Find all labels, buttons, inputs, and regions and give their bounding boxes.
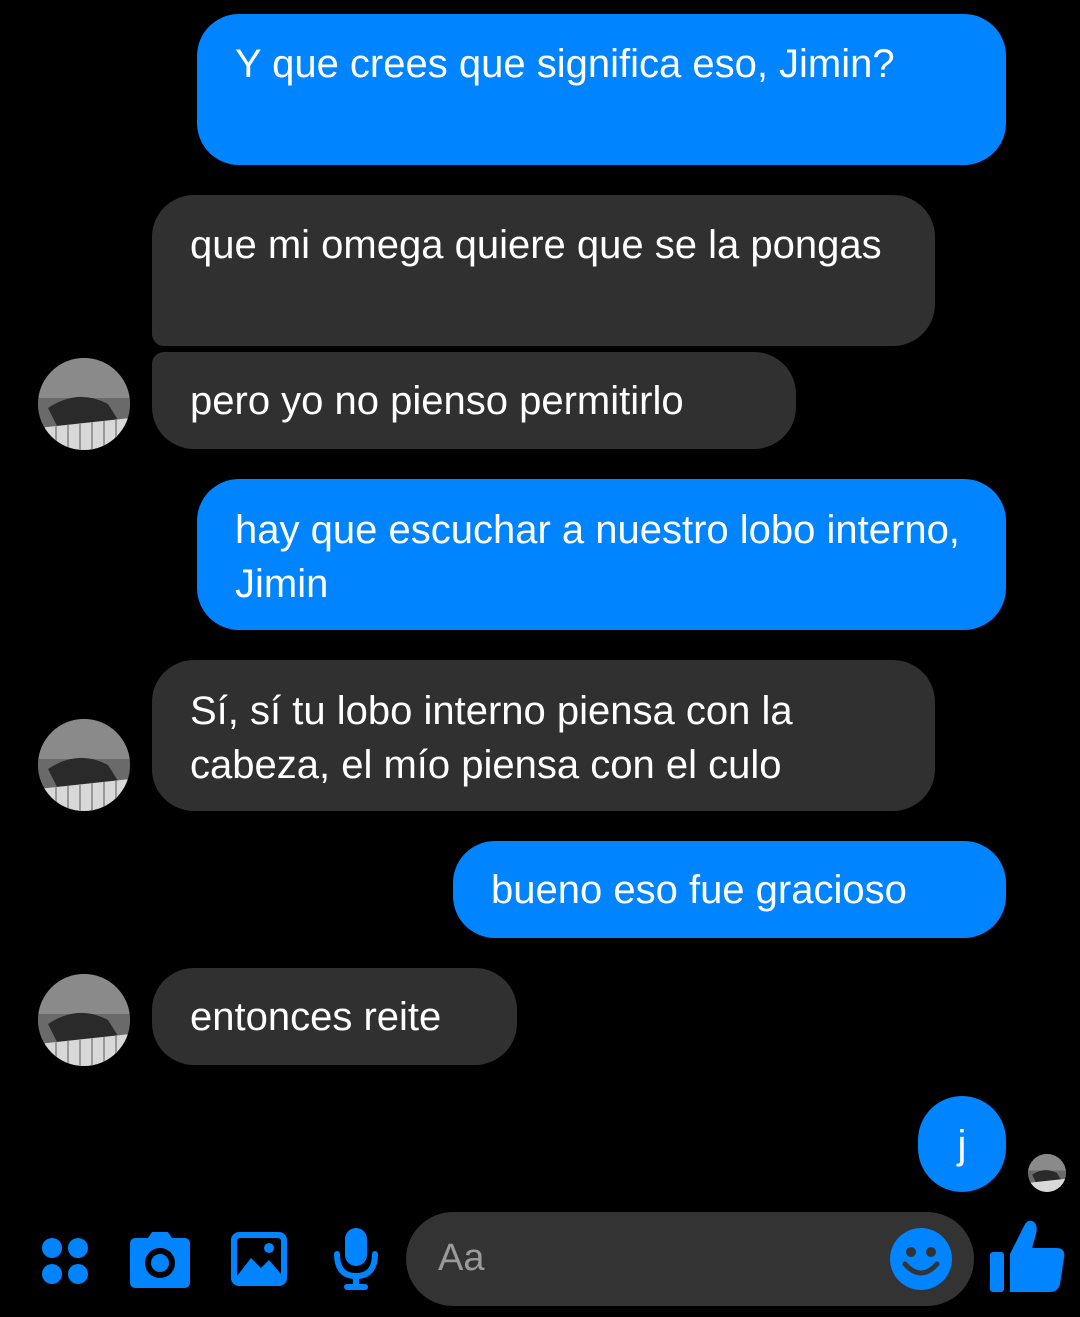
gallery-icon[interactable] — [231, 1232, 287, 1286]
message-text: que mi omega quiere que se la pongas — [190, 223, 882, 267]
message-text: Sí, sí tu lobo interno piensa con la cab… — [190, 689, 793, 787]
message-text: pero yo no pienso permitirlo — [190, 379, 684, 423]
message-text: j — [957, 1123, 967, 1167]
contact-avatar[interactable] — [38, 719, 130, 811]
message-text: entonces reite — [190, 995, 442, 1039]
contact-avatar[interactable] — [38, 358, 130, 450]
message-incoming[interactable]: entonces reite — [152, 968, 517, 1065]
message-input-placeholder: Aa — [438, 1237, 485, 1279]
message-text: bueno eso fue gracioso — [491, 868, 907, 912]
message-text: Y que crees que significa eso, Jimin? — [235, 42, 895, 86]
menu-dots-icon[interactable] — [40, 1236, 90, 1286]
message-incoming[interactable]: Sí, sí tu lobo interno piensa con la cab… — [152, 660, 935, 811]
message-outgoing[interactable]: Y que crees que significa eso, Jimin? — [197, 14, 1006, 165]
seen-indicator-avatar — [1028, 1154, 1066, 1192]
message-incoming[interactable]: que mi omega quiere que se la pongas — [152, 195, 935, 346]
contact-avatar[interactable] — [38, 974, 130, 1066]
message-incoming[interactable]: pero yo no pienso permitirlo — [152, 352, 796, 449]
microphone-icon[interactable] — [334, 1228, 378, 1290]
emoji-icon[interactable] — [890, 1228, 952, 1290]
camera-icon[interactable] — [130, 1232, 190, 1288]
message-input[interactable]: Aa — [406, 1212, 974, 1306]
message-outgoing[interactable]: bueno eso fue gracioso — [453, 841, 1006, 938]
message-outgoing[interactable]: j — [918, 1096, 1006, 1192]
message-text: hay que escuchar a nuestro lobo interno,… — [235, 508, 960, 606]
thumbs-up-icon[interactable] — [990, 1218, 1066, 1294]
message-outgoing[interactable]: hay que escuchar a nuestro lobo interno,… — [197, 479, 1006, 630]
